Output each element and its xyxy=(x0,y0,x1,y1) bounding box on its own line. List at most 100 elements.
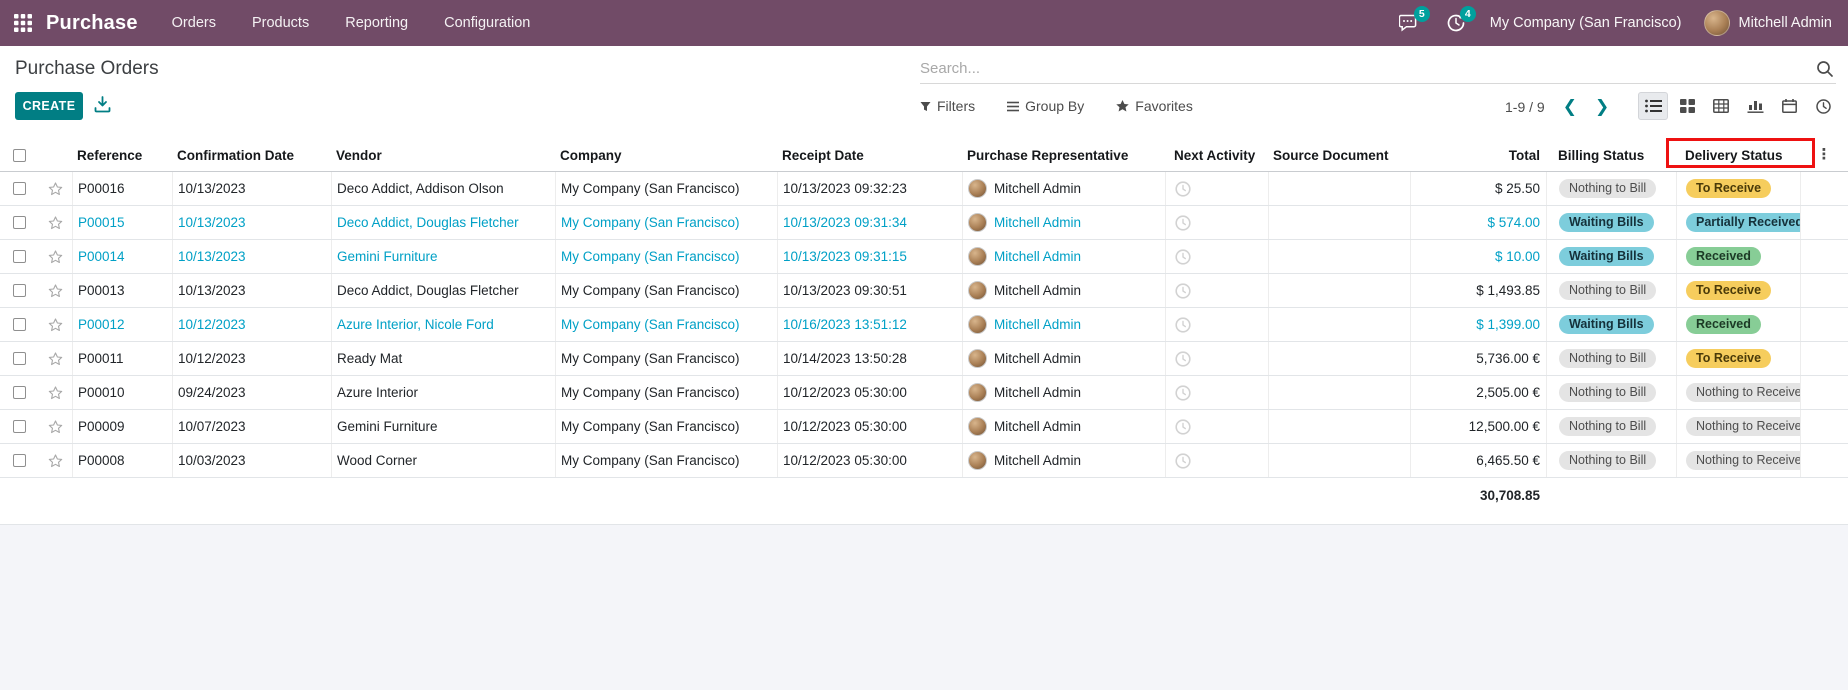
next-activity-clock-icon[interactable] xyxy=(1175,215,1191,231)
purchase-app-page: Purchase Orders Products Reporting Confi… xyxy=(0,0,1848,690)
cell-receipt-date: 10/12/2023 05:30:00 xyxy=(777,444,962,477)
table-footer-row: 30,708.85 xyxy=(0,478,1848,525)
row-checkbox[interactable] xyxy=(13,420,26,433)
select-all-checkbox[interactable] xyxy=(13,149,26,162)
next-activity-clock-icon[interactable] xyxy=(1175,419,1191,435)
view-graph-button[interactable] xyxy=(1740,92,1770,120)
table-row[interactable]: P00012 10/12/2023 Azure Interior, Nicole… xyxy=(0,308,1848,342)
header-reference[interactable]: Reference xyxy=(72,139,172,171)
representative-avatar xyxy=(968,349,987,368)
favorite-star-icon[interactable] xyxy=(48,352,63,366)
cell-source-document xyxy=(1268,274,1410,307)
favorites-button[interactable]: Favorites xyxy=(1116,98,1193,114)
next-activity-clock-icon[interactable] xyxy=(1175,351,1191,367)
optional-columns-toggle-icon[interactable]: ⋮ xyxy=(1817,151,1832,159)
row-checkbox[interactable] xyxy=(13,352,26,365)
cell-reference: P00012 xyxy=(72,308,172,341)
row-checkbox[interactable] xyxy=(13,250,26,263)
table-row[interactable]: P00015 10/13/2023 Deco Addict, Douglas F… xyxy=(0,206,1848,240)
cell-company: My Company (San Francisco) xyxy=(555,376,777,409)
next-activity-clock-icon[interactable] xyxy=(1175,453,1191,469)
pager-previous-icon[interactable]: ❮ xyxy=(1563,98,1577,115)
pager-next-icon[interactable]: ❯ xyxy=(1595,98,1609,115)
representative-avatar xyxy=(968,315,987,334)
cell-source-document xyxy=(1268,342,1410,375)
view-list-button[interactable] xyxy=(1638,92,1668,120)
activities-count-badge: 4 xyxy=(1460,6,1476,22)
next-activity-clock-icon[interactable] xyxy=(1175,385,1191,401)
representative-avatar xyxy=(968,451,987,470)
header-vendor[interactable]: Vendor xyxy=(331,139,555,171)
user-avatar xyxy=(1704,10,1730,36)
row-checkbox[interactable] xyxy=(13,454,26,467)
header-confirmation-date[interactable]: Confirmation Date xyxy=(172,139,331,171)
header-next-activity[interactable]: Next Activity xyxy=(1165,139,1268,171)
delivery-status-badge: Partially Received xyxy=(1686,213,1800,232)
activities-button[interactable]: 4 xyxy=(1444,11,1468,35)
next-activity-clock-icon[interactable] xyxy=(1175,181,1191,197)
header-purchase-representative[interactable]: Purchase Representative xyxy=(962,139,1165,171)
next-activity-clock-icon[interactable] xyxy=(1175,249,1191,265)
table-row[interactable]: P00009 10/07/2023 Gemini Furniture My Co… xyxy=(0,410,1848,444)
favorite-star-icon[interactable] xyxy=(48,420,63,434)
apps-grid-icon[interactable] xyxy=(0,0,46,46)
next-activity-clock-icon[interactable] xyxy=(1175,317,1191,333)
table-row[interactable]: P00008 10/03/2023 Wood Corner My Company… xyxy=(0,444,1848,478)
table-row[interactable]: P00016 10/13/2023 Deco Addict, Addison O… xyxy=(0,172,1848,206)
search-submit-button[interactable] xyxy=(1814,60,1836,78)
favorite-star-icon[interactable] xyxy=(48,284,63,298)
cell-reference: P00010 xyxy=(72,376,172,409)
search-icon xyxy=(1816,60,1834,78)
favorite-star-icon[interactable] xyxy=(48,386,63,400)
header-delivery-status[interactable]: Delivery Status xyxy=(1676,139,1800,171)
table-row[interactable]: P00010 09/24/2023 Azure Interior My Comp… xyxy=(0,376,1848,410)
header-company[interactable]: Company xyxy=(555,139,777,171)
favorite-star-icon[interactable] xyxy=(48,250,63,264)
menu-configuration[interactable]: Configuration xyxy=(444,15,530,31)
purchase-orders-table: Reference Confirmation Date Vendor Compa… xyxy=(0,139,1848,525)
view-pivot-button[interactable] xyxy=(1706,92,1736,120)
user-menu[interactable]: Mitchell Admin xyxy=(1704,10,1832,36)
menu-reporting[interactable]: Reporting xyxy=(345,15,408,31)
row-checkbox[interactable] xyxy=(13,284,26,297)
view-kanban-button[interactable] xyxy=(1672,92,1702,120)
menu-orders[interactable]: Orders xyxy=(172,15,216,31)
next-activity-clock-icon[interactable] xyxy=(1175,283,1191,299)
favorite-star-icon[interactable] xyxy=(48,216,63,230)
row-checkbox[interactable] xyxy=(13,386,26,399)
table-row[interactable]: P00014 10/13/2023 Gemini Furniture My Co… xyxy=(0,240,1848,274)
header-receipt-date[interactable]: Receipt Date xyxy=(777,139,962,171)
rep-name: Mitchell Admin xyxy=(994,419,1081,434)
representative-avatar xyxy=(968,247,987,266)
top-menu: Orders Products Reporting Configuration xyxy=(172,15,531,31)
rep-name: Mitchell Admin xyxy=(994,453,1081,468)
representative-avatar xyxy=(968,383,987,402)
header-source-document[interactable]: Source Document xyxy=(1268,139,1410,171)
representative-avatar xyxy=(968,281,987,300)
view-activity-button[interactable] xyxy=(1808,92,1838,120)
cell-receipt-date: 10/13/2023 09:32:23 xyxy=(777,172,962,205)
row-checkbox[interactable] xyxy=(13,318,26,331)
messages-button[interactable]: 5 xyxy=(1398,11,1422,35)
export-button[interactable] xyxy=(94,96,111,113)
favorite-star-icon[interactable] xyxy=(48,454,63,468)
favorite-star-icon[interactable] xyxy=(48,318,63,332)
menu-products[interactable]: Products xyxy=(252,15,309,31)
table-row[interactable]: P00011 10/12/2023 Ready Mat My Company (… xyxy=(0,342,1848,376)
search-input[interactable] xyxy=(920,60,1814,77)
header-total[interactable]: Total xyxy=(1410,139,1546,171)
view-calendar-button[interactable] xyxy=(1774,92,1804,120)
header-billing-status[interactable]: Billing Status xyxy=(1546,139,1676,171)
row-checkbox[interactable] xyxy=(13,216,26,229)
filters-button[interactable]: Filters xyxy=(920,98,975,114)
create-button[interactable]: CREATE xyxy=(15,92,83,120)
table-row[interactable]: P00013 10/13/2023 Deco Addict, Douglas F… xyxy=(0,274,1848,308)
row-checkbox[interactable] xyxy=(13,182,26,195)
app-name[interactable]: Purchase xyxy=(46,12,138,35)
company-switcher[interactable]: My Company (San Francisco) xyxy=(1490,15,1682,31)
favorite-star-icon[interactable] xyxy=(48,182,63,196)
group-by-button[interactable]: Group By xyxy=(1007,98,1084,114)
cell-purchase-representative: Mitchell Admin xyxy=(962,376,1165,409)
rep-name: Mitchell Admin xyxy=(994,181,1081,196)
cell-confirmation-date: 10/03/2023 xyxy=(172,444,331,477)
